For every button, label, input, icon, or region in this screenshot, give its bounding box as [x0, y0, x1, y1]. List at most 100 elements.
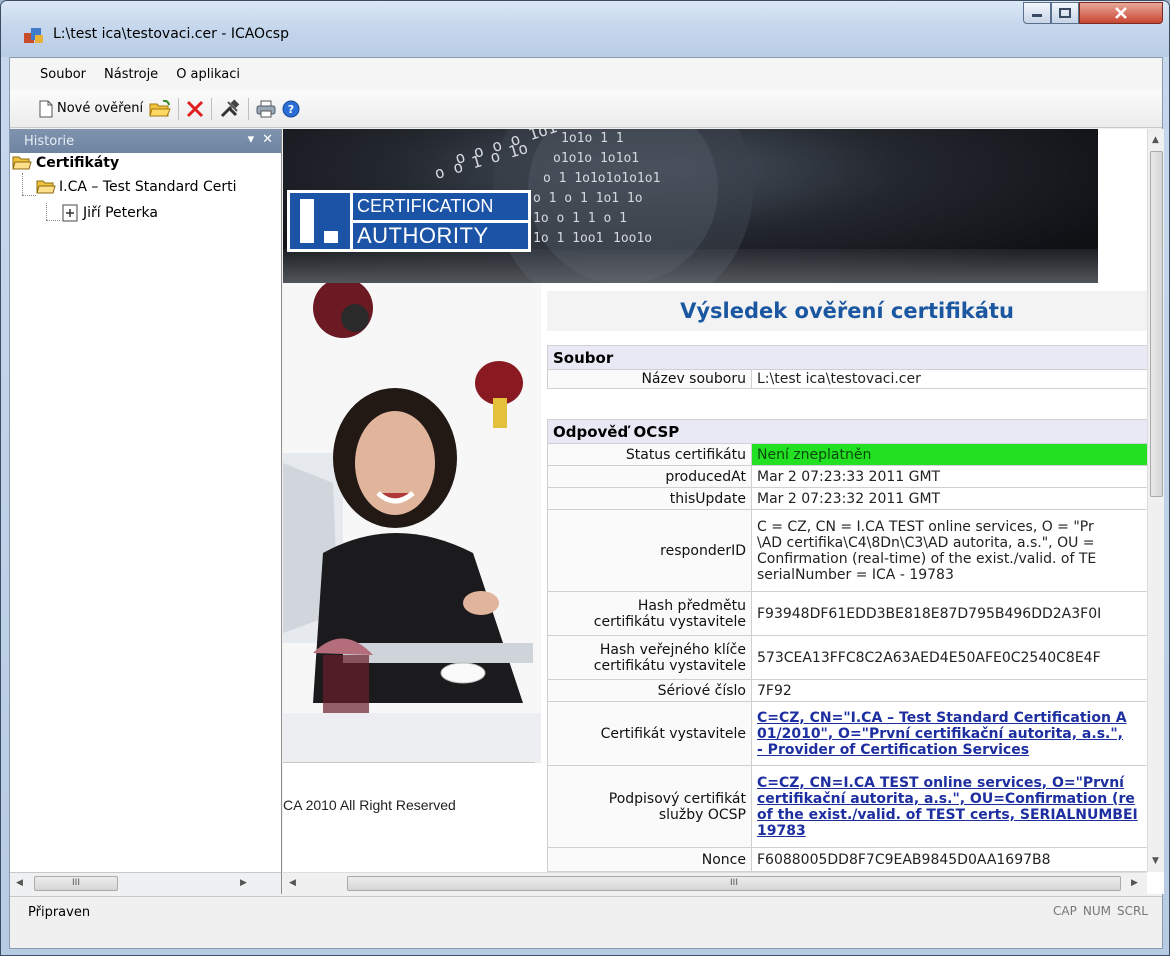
- print-button[interactable]: [253, 96, 279, 122]
- delete-button[interactable]: [183, 96, 207, 122]
- scroll-left-icon[interactable]: ◀: [289, 878, 296, 888]
- toolbar: Nové ověření ?: [10, 90, 1162, 128]
- hash-key-value: 573CEA13FFC8C2A63AED4E50AFE0C2540C8E4F: [751, 635, 1148, 680]
- nonce-value: F6088005DD8F7C9EAB9845D0AA1697B8: [751, 847, 1148, 872]
- scroll-down-icon[interactable]: ▼: [1152, 856, 1159, 866]
- woman-at-computer-image: [283, 283, 541, 763]
- tree-node-label: Certifikáty: [36, 155, 120, 171]
- close-button[interactable]: [1079, 2, 1163, 24]
- panel-close-icon[interactable]: ✕: [262, 132, 273, 147]
- menu-soubor[interactable]: Soubor: [38, 64, 88, 85]
- copyright-text: CA 2010 All Right Reserved: [283, 797, 456, 813]
- minimize-icon: [1032, 14, 1042, 17]
- issuer-cert-link[interactable]: C=CZ, CN="I.CA – Test Standard Certifica…: [751, 701, 1148, 766]
- title-bar[interactable]: L:\test ica\testovaci.cer - ICAOcsp: [1, 1, 1169, 57]
- serial-number-label: Sériové číslo: [547, 679, 752, 702]
- ocsp-signing-cert-label: Podpisový certifikát služby OCSP: [547, 765, 752, 848]
- maximize-button[interactable]: [1051, 2, 1079, 24]
- serial-number-value: 7F92: [751, 679, 1148, 702]
- history-panel: Historie ▾ ✕ Certifikáty I.CA – Test Sta…: [10, 129, 282, 894]
- new-document-icon: [39, 100, 53, 117]
- tools-icon: [221, 98, 240, 117]
- scroll-left-icon[interactable]: ◀: [16, 878, 23, 888]
- issuer-cert-label: Certifikát vystavitele: [547, 701, 752, 766]
- binary-text: 1oo1o: [613, 231, 653, 246]
- toolbar-separator: [211, 97, 213, 120]
- close-icon: [1115, 7, 1127, 19]
- ica-logo: CERTIFICATION AUTHORITY: [287, 190, 531, 252]
- scroll-right-icon[interactable]: ▶: [1131, 878, 1138, 888]
- menu-nastroje[interactable]: Nástroje: [102, 64, 160, 85]
- menu-o-aplikaci[interactable]: O aplikaci: [174, 64, 242, 85]
- tree-node-label: Jiří Peterka: [83, 205, 158, 221]
- file-name-value: L:\test ica\testovaci.cer: [750, 369, 1149, 389]
- content-horizontal-scrollbar[interactable]: ◀ III ▶: [283, 872, 1147, 894]
- file-name-label: Název souboru: [547, 369, 752, 389]
- binary-text: o 1 1o1o1o1o1o1: [543, 171, 661, 186]
- binary-text: 1o1o 1 1: [561, 131, 624, 146]
- file-section-header: Soubor: [546, 345, 1149, 370]
- toolbar-separator: [178, 97, 180, 120]
- content-vertical-scrollbar[interactable]: ▲ ▼: [1147, 129, 1164, 872]
- binary-text: 1o o 1 1 o 1: [533, 211, 627, 226]
- sidebar-scroll-thumb[interactable]: III: [34, 876, 118, 891]
- scroll-right-icon[interactable]: ▶: [240, 878, 247, 888]
- hash-key-label: Hash veřejného klíče certifikátu vystavi…: [547, 635, 752, 680]
- content-hscroll-thumb[interactable]: III: [347, 876, 1121, 891]
- nonce-label: Nonce: [547, 847, 752, 872]
- result-view: o o o o 1o1 o o 1 o 1o 1o1o 1 1 o1o1o 1o…: [283, 129, 1164, 894]
- delete-icon: [187, 100, 204, 117]
- ocsp-signing-cert-link[interactable]: C=CZ, CN=I.CA TEST online services, O="P…: [751, 765, 1148, 848]
- window-title: L:\test ica\testovaci.cer - ICAOcsp: [53, 26, 289, 42]
- ica-logo-mark: [290, 193, 350, 249]
- scroll-up-icon[interactable]: ▲: [1152, 135, 1159, 145]
- open-button[interactable]: [146, 96, 174, 122]
- tree-node-label: I.CA – Test Standard Certi: [59, 179, 237, 195]
- header-banner: o o o o 1o1 o o 1 o 1o 1o1o 1 1 o1o1o 1o…: [283, 129, 1098, 283]
- svg-text:?: ?: [288, 103, 294, 116]
- logo-text-authority: AUTHORITY: [353, 222, 528, 249]
- responder-id-label: responderID: [547, 509, 752, 592]
- history-panel-header: Historie ▾ ✕: [10, 129, 281, 153]
- folder-open-icon: [36, 180, 56, 194]
- certificate-icon: [62, 204, 78, 222]
- status-text: Připraven: [28, 905, 91, 920]
- binary-text: o1o1o 1o1o1: [553, 151, 640, 166]
- minimize-button[interactable]: [1023, 2, 1051, 24]
- new-verification-label: Nové ověření: [57, 101, 144, 116]
- open-folder-icon: [149, 99, 171, 116]
- binary-text: 1o 1 1oo1: [533, 231, 604, 246]
- tools-button[interactable]: [216, 96, 244, 122]
- this-update-label: thisUpdate: [547, 487, 752, 510]
- content-hscroll-grip: III: [730, 878, 738, 888]
- menu-bar: Soubor Nástroje O aplikaci: [10, 58, 1162, 90]
- tree-node-ica[interactable]: I.CA – Test Standard Certi: [36, 179, 237, 195]
- tree-node-certificates[interactable]: Certifikáty: [12, 155, 119, 171]
- hash-subject-label: Hash předmětu certifikátu vystavitele: [547, 591, 752, 636]
- binary-text: o 1 o 1 1o1 1o: [533, 191, 643, 206]
- caps-lock-indicator: CAP: [1053, 904, 1077, 918]
- toolbar-separator: [248, 97, 250, 120]
- folder-open-icon: [12, 156, 32, 170]
- maximize-icon: [1059, 8, 1071, 18]
- history-panel-title: Historie: [24, 133, 75, 149]
- help-icon: ?: [282, 100, 300, 117]
- tree-node-jiri-peterka[interactable]: Jiří Peterka: [62, 204, 158, 222]
- help-button[interactable]: ?: [279, 96, 303, 122]
- sidebar-horizontal-scrollbar[interactable]: ◀ III ▶: [10, 872, 281, 894]
- content-vscroll-thumb[interactable]: [1150, 151, 1163, 497]
- file-table: Soubor Název souboru L:\test ica\testova…: [546, 345, 1149, 389]
- ocsp-table: Odpověď OCSP Status certifikátu Není zne…: [547, 419, 1148, 872]
- responder-id-value: C = CZ, CN = I.CA TEST online services, …: [751, 509, 1148, 592]
- logo-text-certification: CERTIFICATION: [353, 193, 528, 220]
- ocsp-section-header: Odpověď OCSP: [547, 419, 1148, 444]
- scroll-lock-indicator: SCRL: [1116, 904, 1148, 918]
- promo-photo: [283, 283, 541, 763]
- status-value: Není zneplatněn: [751, 443, 1148, 466]
- new-verification-button[interactable]: Nové ověření: [36, 96, 146, 122]
- panel-menu-icon[interactable]: ▾: [248, 132, 255, 147]
- print-icon: [256, 100, 276, 117]
- app-window: L:\test ica\testovaci.cer - ICAOcsp Soub…: [0, 0, 1170, 956]
- app-icon: [24, 28, 43, 43]
- produced-at-label: producedAt: [547, 465, 752, 488]
